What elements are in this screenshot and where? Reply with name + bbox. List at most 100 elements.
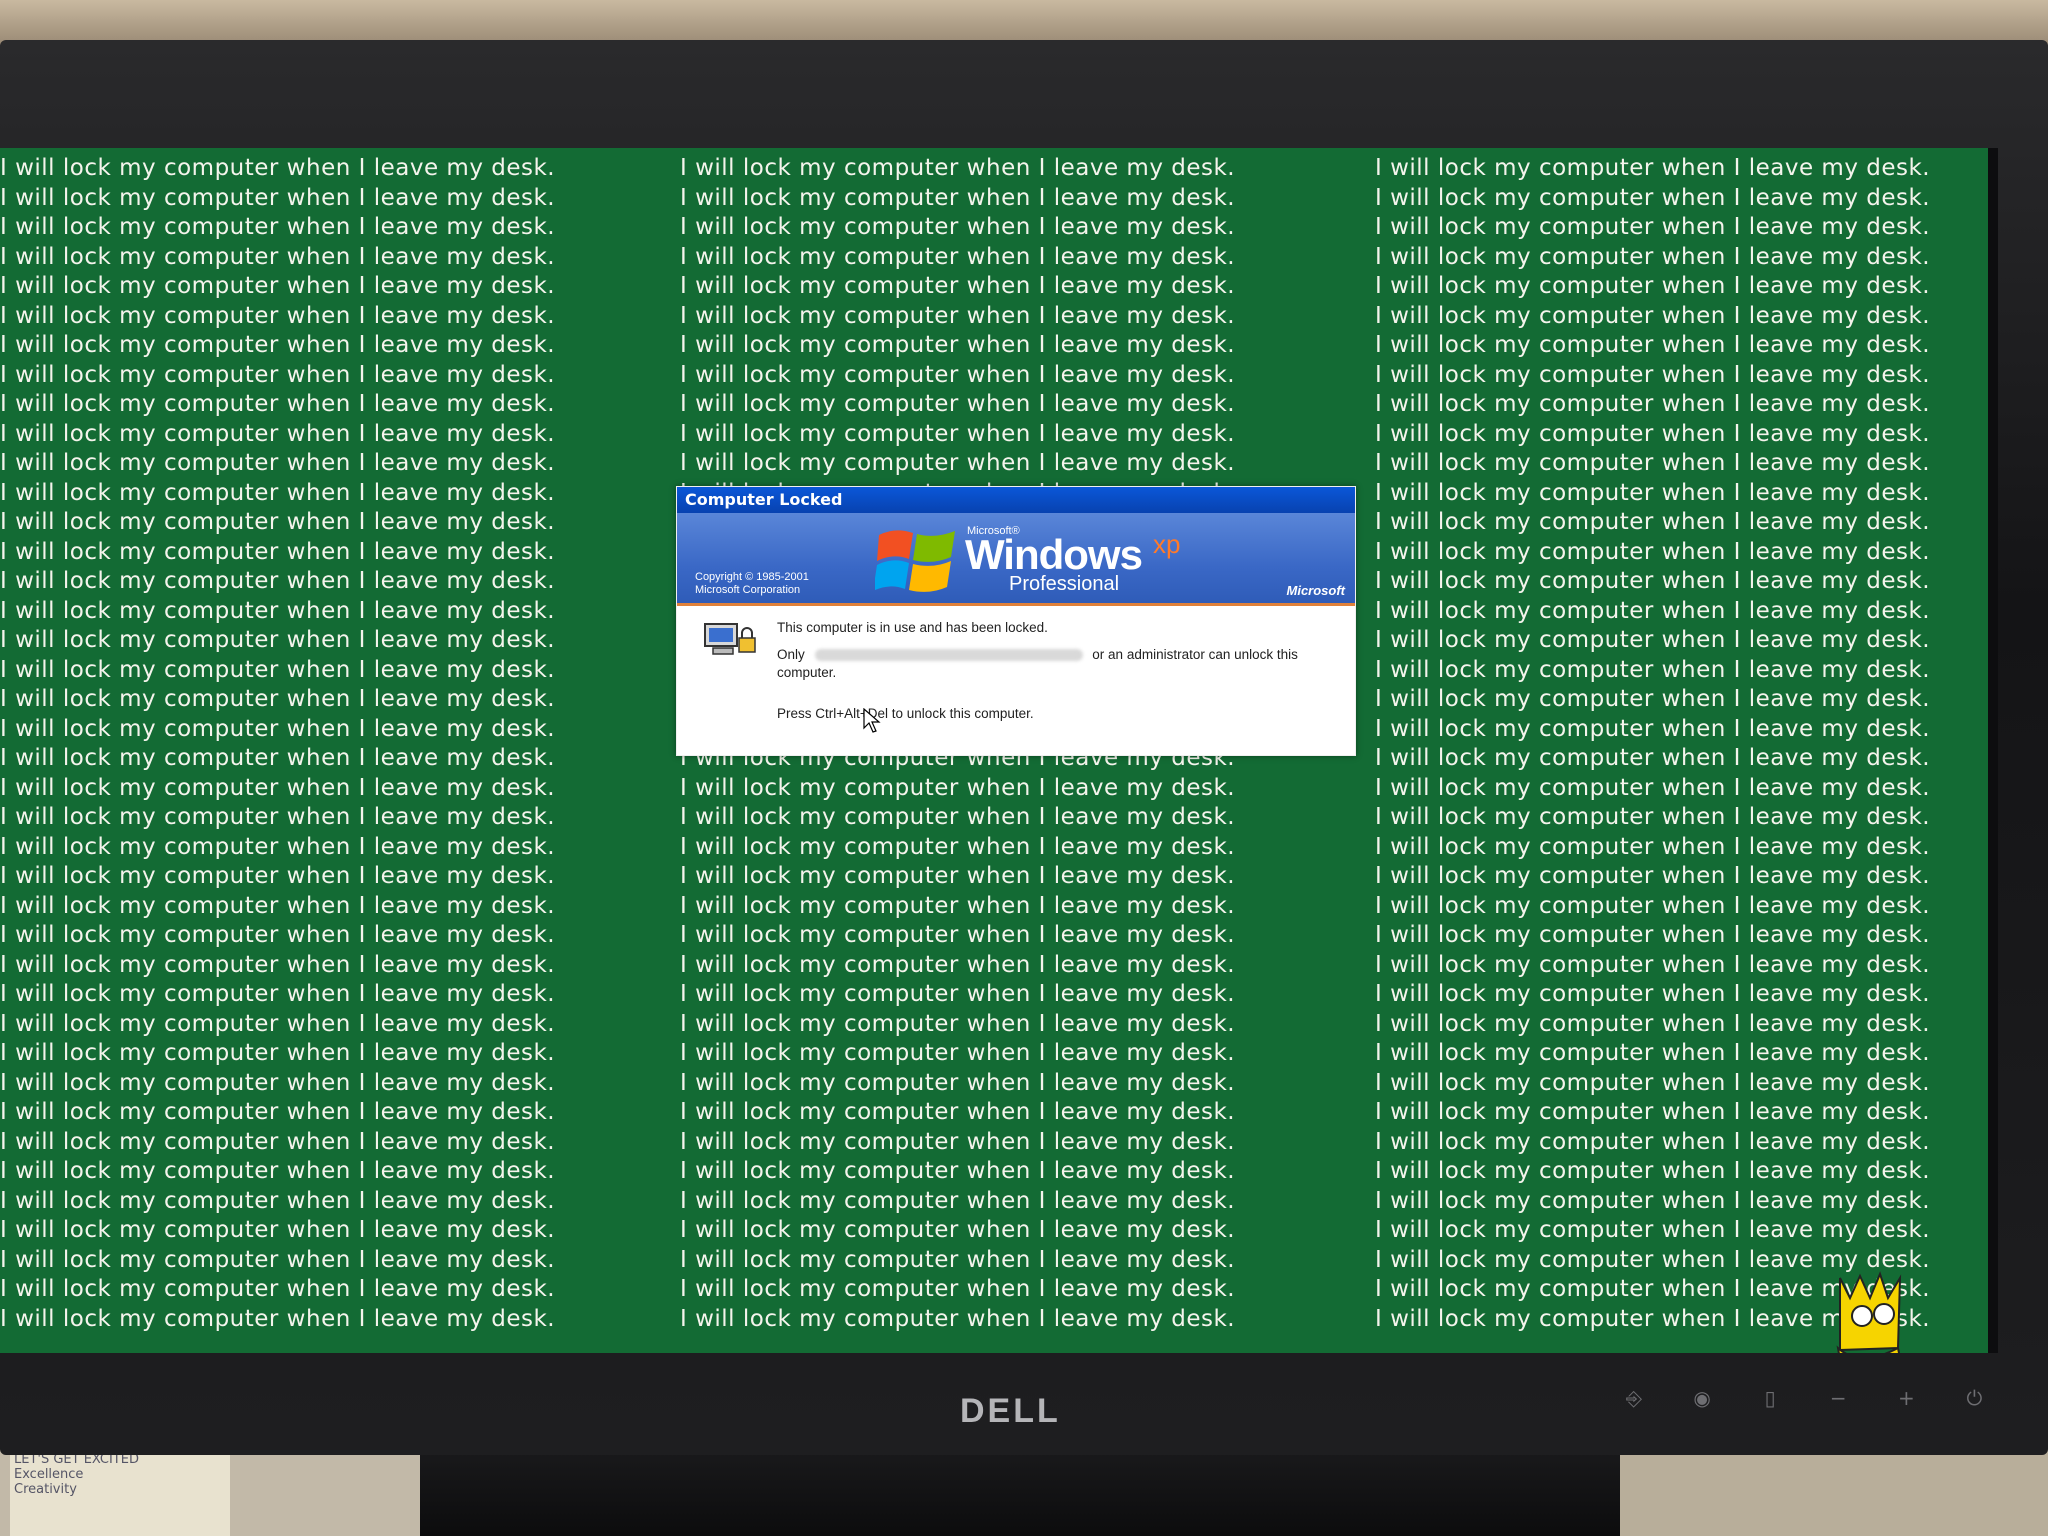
wallpaper-line: I will lock my computer when I leave my … — [1375, 155, 1931, 181]
wallpaper-line: I will lock my computer when I leave my … — [1375, 981, 1931, 1007]
brightness-button-icon[interactable]: ▯ — [1756, 1384, 1784, 1412]
wallpaper-line: I will lock my computer when I leave my … — [1375, 450, 1931, 476]
monitor-control-buttons: ⎆ ◉ ▯ − + ⏻ — [1620, 1384, 2023, 1412]
wallpaper-line: I will lock my computer when I leave my … — [0, 922, 556, 948]
wallpaper-line: I will lock my computer when I leave my … — [680, 184, 1236, 211]
wallpaper-line: I will lock my computer when I leave my … — [1375, 833, 1931, 860]
banner-xp-suffix: xp — [1153, 529, 1181, 559]
wallpaper-line: I will lock my computer when I leave my … — [680, 981, 1236, 1007]
locked-message: This computer is in use and has been loc… — [777, 620, 1048, 635]
desk-note-line2: Excellence — [14, 1467, 84, 1482]
redacted-username — [814, 649, 1083, 662]
wallpaper-line: I will lock my computer when I leave my … — [0, 450, 556, 476]
minus-button-icon[interactable]: − — [1824, 1384, 1852, 1412]
locked-computer-icon — [704, 623, 756, 655]
only-prefix: Only — [777, 647, 805, 662]
wallpaper-line: I will lock my computer when I leave my … — [1375, 538, 1931, 565]
wallpaper-line: I will lock my computer when I leave my … — [0, 1040, 556, 1066]
wallpaper-line: I will lock my computer when I leave my … — [1375, 951, 1931, 978]
wallpaper-line: I will lock my computer when I leave my … — [680, 1158, 1236, 1184]
wallpaper-line: I will lock my computer when I leave my … — [0, 155, 556, 181]
wallpaper-line: I will lock my computer when I leave my … — [1375, 302, 1931, 329]
wallpaper-line: I will lock my computer when I leave my … — [0, 804, 556, 830]
banner-copyright: Copyright © 1985-2001 Microsoft Corporat… — [695, 571, 809, 597]
wallpaper-line: I will lock my computer when I leave my … — [1375, 361, 1931, 388]
wallpaper-line: I will lock my computer when I leave my … — [0, 273, 556, 299]
banner-windows-wordmark: Windows — [965, 531, 1143, 578]
wallpaper-line: I will lock my computer when I leave my … — [0, 1246, 556, 1273]
wallpaper-line: I will lock my computer when I leave my … — [1375, 1217, 1931, 1243]
wallpaper-line: I will lock my computer when I leave my … — [680, 1069, 1236, 1096]
dialog-body: This computer is in use and has been loc… — [677, 606, 1355, 755]
wallpaper-line: I will lock my computer when I leave my … — [1375, 1128, 1931, 1155]
banner-edition: Professional — [1009, 573, 1120, 595]
wallpaper-line: I will lock my computer when I leave my … — [1375, 1010, 1931, 1037]
wallpaper-line: I will lock my computer when I leave my … — [680, 243, 1236, 270]
wallpaper-column-right: I will lock my computer when I leave my … — [1375, 154, 1988, 1353]
wallpaper-line: I will lock my computer when I leave my … — [1375, 1187, 1931, 1214]
wallpaper-line: I will lock my computer when I leave my … — [0, 302, 556, 329]
wallpaper-line: I will lock my computer when I leave my … — [0, 332, 556, 358]
wallpaper-line: I will lock my computer when I leave my … — [680, 1040, 1236, 1066]
press-ctrl-alt-del-message: Press Ctrl+Alt+Del to unlock this comput… — [777, 706, 1034, 721]
wallpaper-line: I will lock my computer when I leave my … — [0, 509, 556, 535]
wallpaper-line: I will lock my computer when I leave my … — [680, 332, 1236, 358]
wallpaper-line: I will lock my computer when I leave my … — [1375, 922, 1931, 948]
wallpaper-line: I will lock my computer when I leave my … — [680, 391, 1236, 417]
wallpaper-line: I will lock my computer when I leave my … — [1375, 863, 1931, 889]
wallpaper-line: I will lock my computer when I leave my … — [1375, 715, 1931, 742]
windows-flag-icon — [875, 530, 955, 592]
power-button-icon[interactable]: ⏻ — [1960, 1384, 1988, 1412]
wallpaper-line: I will lock my computer when I leave my … — [1375, 597, 1931, 624]
dialog-title-bar: Computer Locked — [677, 487, 1355, 513]
computer-locked-dialog[interactable]: Computer Locked Microsoft® Windows xp Pr… — [676, 486, 1356, 756]
wallpaper-line: I will lock my computer when I leave my … — [680, 361, 1236, 388]
wallpaper-line: I will lock my computer when I leave my … — [1375, 243, 1931, 270]
wallpaper-line: I will lock my computer when I leave my … — [0, 656, 556, 683]
wallpaper-line: I will lock my computer when I leave my … — [0, 951, 556, 978]
desk-note: LET'S GET EXCITED Excellence Creativity — [10, 1448, 230, 1536]
wallpaper-line: I will lock my computer when I leave my … — [1375, 479, 1931, 506]
wallpaper-line: I will lock my computer when I leave my … — [0, 863, 556, 889]
menu-button-icon[interactable]: ◉ — [1688, 1384, 1716, 1412]
dell-logo: DELL — [960, 1392, 1061, 1430]
wallpaper-line: I will lock my computer when I leave my … — [680, 1187, 1236, 1214]
wallpaper-line: I will lock my computer when I leave my … — [0, 420, 556, 447]
wallpaper-line: I will lock my computer when I leave my … — [0, 1158, 556, 1184]
wallpaper-line: I will lock my computer when I leave my … — [680, 951, 1236, 978]
wallpaper-line: I will lock my computer when I leave my … — [0, 214, 556, 240]
wallpaper-line: I will lock my computer when I leave my … — [0, 538, 556, 565]
wallpaper-line: I will lock my computer when I leave my … — [0, 1276, 556, 1302]
plus-button-icon[interactable]: + — [1892, 1384, 1920, 1412]
wallpaper-line: I will lock my computer when I leave my … — [680, 863, 1236, 889]
bart-character-image — [1836, 1271, 1902, 1353]
wallpaper-line: I will lock my computer when I leave my … — [1375, 1099, 1931, 1125]
banner-microsoft-brand: Microsoft — [1286, 583, 1346, 598]
wallpaper-line: I will lock my computer when I leave my … — [680, 892, 1236, 919]
wallpaper-line: I will lock my computer when I leave my … — [1375, 774, 1931, 801]
wallpaper-line: I will lock my computer when I leave my … — [0, 686, 556, 712]
wallpaper-line: I will lock my computer when I leave my … — [680, 1246, 1236, 1273]
wallpaper-line: I will lock my computer when I leave my … — [1375, 273, 1931, 299]
wallpaper-line: I will lock my computer when I leave my … — [1375, 745, 1931, 771]
wallpaper-line: I will lock my computer when I leave my … — [1375, 214, 1931, 240]
wallpaper-line: I will lock my computer when I leave my … — [1375, 1040, 1931, 1066]
wallpaper-line: I will lock my computer when I leave my … — [1375, 509, 1931, 535]
wallpaper-line: I will lock my computer when I leave my … — [680, 1010, 1236, 1037]
unlock-permission-message: Only or an administrator can unlock this… — [777, 646, 1317, 682]
wallpaper-line: I will lock my computer when I leave my … — [1375, 568, 1931, 594]
wallpaper-line: I will lock my computer when I leave my … — [680, 420, 1236, 447]
wallpaper-line: I will lock my computer when I leave my … — [680, 804, 1236, 830]
wallpaper-line: I will lock my computer when I leave my … — [0, 568, 556, 594]
wallpaper-line: I will lock my computer when I leave my … — [0, 774, 556, 801]
banner-copyright-line: Copyright © 1985-2001 — [695, 571, 809, 583]
wallpaper-line: I will lock my computer when I leave my … — [1375, 332, 1931, 358]
wallpaper-line: I will lock my computer when I leave my … — [0, 1187, 556, 1214]
wallpaper-column-left: I will lock my computer when I leave my … — [0, 154, 640, 1353]
wallpaper-line: I will lock my computer when I leave my … — [1375, 627, 1931, 653]
wallpaper-line: I will lock my computer when I leave my … — [0, 184, 556, 211]
wallpaper-line: I will lock my computer when I leave my … — [0, 627, 556, 653]
wallpaper-line: I will lock my computer when I leave my … — [680, 450, 1236, 476]
wallpaper-line: I will lock my computer when I leave my … — [680, 1217, 1236, 1243]
input-source-button-icon[interactable]: ⎆ — [1620, 1384, 1648, 1412]
